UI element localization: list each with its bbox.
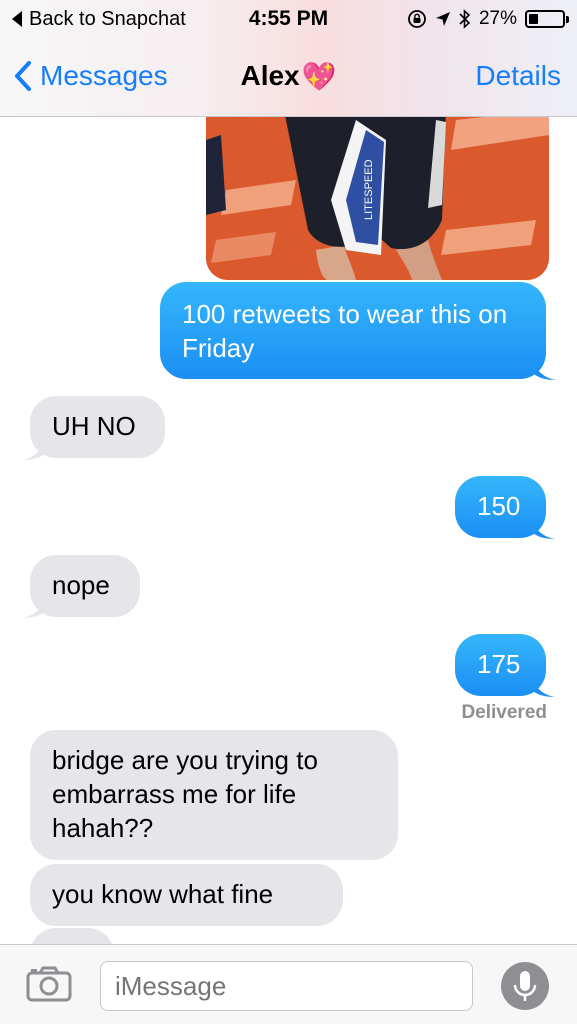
contact-name: Alex (240, 60, 300, 91)
message-text: 175 (477, 649, 521, 679)
delivered-status: Delivered (461, 702, 547, 723)
message-bubble-incoming[interactable]: you know what fine (30, 864, 343, 926)
message-bubble-outgoing[interactable]: 100 retweets to wear this on Friday (160, 282, 546, 379)
message-bubble-outgoing[interactable]: 175 (455, 634, 546, 696)
microphone-icon (513, 971, 537, 1001)
message-text: 150 (477, 491, 521, 521)
nav-bar: Messages Alex 💖 Details (0, 38, 577, 116)
message-text: bridge are you trying to embarrass me fo… (52, 745, 318, 843)
photo-brand-text: LITESPEED (363, 159, 375, 220)
message-text: nope (52, 570, 110, 600)
sparkling-heart-icon: 💖 (301, 60, 337, 92)
message-bubble-outgoing[interactable]: 150 (455, 476, 546, 538)
message-text: you know what fine (52, 879, 274, 909)
battery-percent: 27% (478, 8, 517, 29)
location-arrow-icon (435, 12, 450, 26)
message-bubble-incoming[interactable]: nope (30, 555, 140, 617)
message-bubble-incoming[interactable]: bridge are you trying to embarrass me fo… (30, 730, 398, 860)
orientation-lock-icon (408, 10, 426, 28)
message-input-bar (0, 944, 577, 1024)
imessage-input[interactable] (100, 961, 473, 1011)
navigation-header: Back to Snapchat 4:55 PM 27% Messages Al… (0, 0, 577, 117)
message-bubble-incoming[interactable]: UH NO (30, 396, 165, 458)
status-icons: 27% (407, 7, 569, 31)
camera-icon[interactable] (26, 966, 72, 1002)
message-text: UH NO (52, 411, 136, 441)
battery-icon (525, 10, 569, 28)
message-text: 100 retweets to wear this on Friday (182, 299, 508, 363)
details-button[interactable]: Details (475, 56, 561, 96)
microphone-button[interactable] (501, 962, 549, 1010)
bluetooth-icon (459, 9, 471, 29)
battery-level (529, 14, 538, 24)
status-bar: Back to Snapchat 4:55 PM 27% (0, 0, 577, 38)
